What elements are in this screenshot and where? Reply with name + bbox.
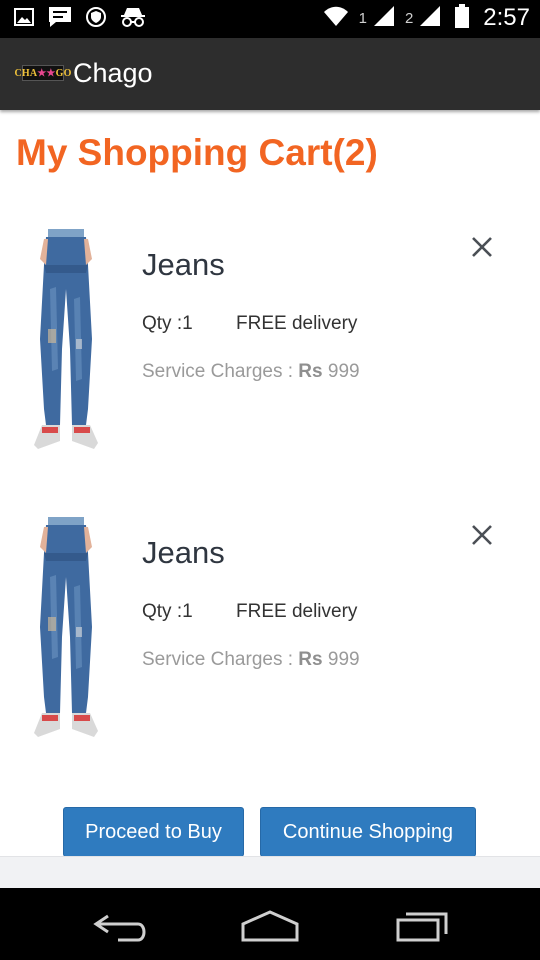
recents-icon: [396, 912, 448, 942]
continue-shopping-button[interactable]: Continue Shopping: [260, 807, 476, 857]
shield-icon: [86, 7, 106, 31]
signal-icon: [419, 5, 441, 31]
cart-item: Jeans Qty :1 FREE delivery Service Charg…: [0, 229, 540, 469]
incognito-icon: [120, 6, 146, 32]
battery-icon: [455, 4, 470, 32]
close-icon: [472, 525, 492, 545]
close-icon: [472, 237, 492, 257]
item-qty: Qty :1: [142, 313, 193, 334]
proceed-to-buy-button[interactable]: Proceed to Buy: [63, 807, 244, 857]
item-service-charges: Service Charges : Rs 999: [142, 649, 360, 670]
cart-item: Jeans Qty :1 FREE delivery Service Charg…: [0, 517, 540, 757]
item-delivery: FREE delivery: [236, 313, 358, 334]
item-name: Jeans: [142, 535, 225, 570]
sim2-label: 2: [404, 9, 414, 27]
status-bar: 1 2 2:57: [0, 0, 540, 38]
home-button[interactable]: [235, 906, 305, 946]
signal-icon: [373, 5, 395, 31]
chat-icon: [48, 6, 72, 32]
page-title: My Shopping Cart(2): [16, 132, 378, 173]
app-bar: CHA★★GO Chago: [0, 38, 540, 110]
app-title: Chago: [73, 58, 153, 88]
bottom-strip: [0, 856, 540, 888]
navigation-bar: [0, 888, 540, 960]
sim1-label: 1: [358, 9, 367, 27]
product-image[interactable]: [26, 517, 106, 743]
item-delivery: FREE delivery: [236, 601, 358, 622]
remove-item-button[interactable]: [468, 233, 496, 261]
recents-button[interactable]: [386, 906, 456, 946]
app-logo: CHA★★GO: [14, 65, 71, 81]
back-button[interactable]: [88, 906, 158, 946]
clock: 2:57: [483, 4, 530, 31]
item-qty: Qty :1: [142, 601, 193, 622]
item-service-charges: Service Charges : Rs 999: [142, 361, 360, 382]
home-icon: [241, 910, 299, 942]
remove-item-button[interactable]: [468, 521, 496, 549]
back-icon: [93, 914, 146, 942]
product-image[interactable]: [26, 229, 106, 455]
item-name: Jeans: [142, 247, 225, 282]
wifi-icon: [323, 5, 349, 31]
image-icon: [14, 7, 34, 31]
